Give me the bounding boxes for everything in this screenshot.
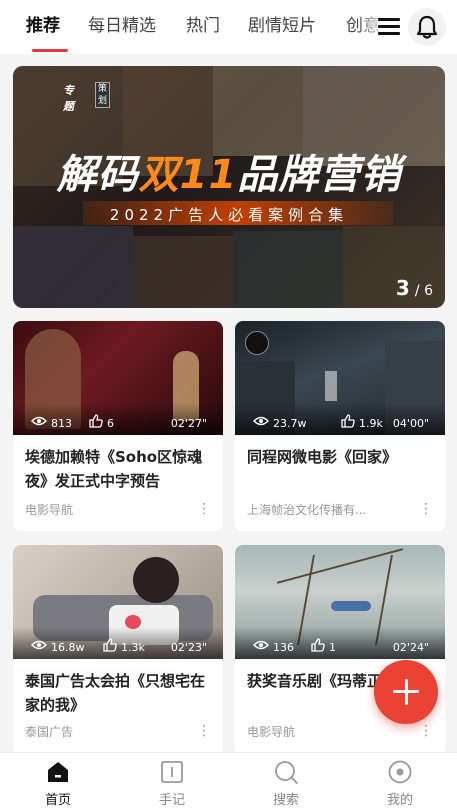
tab-drama-shorts[interactable]: 剧情短片 bbox=[248, 14, 316, 38]
featured-banner[interactable]: 专题 策划 解码双11品牌营销 2022广告人必看案例合集 3 / 6 bbox=[13, 66, 445, 308]
tab-hot[interactable]: 热门 bbox=[186, 14, 220, 38]
banner-title-part1: 解码 bbox=[56, 152, 139, 198]
create-fab-button[interactable] bbox=[374, 660, 438, 724]
nav-search-label: 搜索 bbox=[272, 793, 299, 808]
profile-icon bbox=[388, 760, 412, 784]
video-card[interactable]: 813 6 02'27" 埃德加赖特《Soho区惊魂夜》发正式中字预告 电影导航… bbox=[13, 321, 223, 531]
notification-button[interactable] bbox=[408, 8, 446, 46]
video-duration: 04'00" bbox=[392, 417, 429, 430]
eye-icon bbox=[31, 640, 47, 650]
video-title[interactable]: 埃德加赖特《Soho区惊魂夜》发正式中字预告 bbox=[25, 445, 215, 493]
video-stats-bar: 23.7w 1.9k 04'00" bbox=[235, 403, 445, 435]
banner-title: 解码双11品牌营销 bbox=[13, 142, 445, 200]
banner-page-current: 3 bbox=[395, 276, 410, 300]
video-thumbnail: 813 6 02'27" bbox=[13, 321, 223, 435]
video-title[interactable]: 同程网微电影《回家》 bbox=[247, 445, 437, 469]
bell-icon bbox=[416, 15, 438, 39]
video-duration: 02'23" bbox=[170, 641, 207, 654]
home-icon bbox=[48, 762, 68, 782]
banner-page-total: / 6 bbox=[414, 283, 433, 299]
thumbs-up-icon bbox=[341, 414, 355, 428]
nav-home-label: 首页 bbox=[44, 793, 71, 808]
more-options-icon[interactable]: ⋮ bbox=[197, 724, 211, 738]
plus-icon bbox=[404, 679, 408, 705]
video-thumbnail: 16.8w 1.3k 02'23" bbox=[13, 545, 223, 659]
video-duration: 02'27" bbox=[170, 417, 207, 430]
view-count: 813 bbox=[51, 417, 72, 430]
video-source[interactable]: 上海帧治文化传播有... bbox=[247, 501, 366, 518]
top-tab-bar: 推荐 每日精选 热门 剧情短片 创意 bbox=[0, 0, 457, 54]
notebook-icon bbox=[161, 761, 183, 783]
video-thumbnail: 23.7w 1.9k 04'00" bbox=[235, 321, 445, 435]
search-icon bbox=[275, 761, 298, 784]
banner-title-part2: 品牌营销 bbox=[237, 152, 402, 198]
nav-notes[interactable]: 手记 bbox=[132, 753, 212, 810]
eye-icon bbox=[253, 640, 269, 650]
video-source[interactable]: 泰国广告 bbox=[25, 723, 73, 740]
nav-profile-label: 我的 bbox=[386, 793, 413, 808]
banner-collage-image bbox=[133, 236, 233, 308]
view-count: 16.8w bbox=[51, 641, 85, 654]
banner-page-indicator: 3 / 6 bbox=[396, 276, 433, 300]
view-count: 23.7w bbox=[273, 417, 307, 430]
thumbs-up-icon bbox=[311, 638, 325, 652]
nav-notes-label: 手记 bbox=[158, 793, 185, 808]
nav-profile[interactable]: 我的 bbox=[360, 753, 440, 810]
nav-search[interactable]: 搜索 bbox=[246, 753, 326, 810]
eye-icon bbox=[253, 416, 269, 426]
like-count: 1.3k bbox=[121, 641, 145, 654]
more-options-icon[interactable]: ⋮ bbox=[419, 724, 433, 738]
tab-recommend[interactable]: 推荐 bbox=[26, 14, 60, 38]
banner-collage-image bbox=[13, 226, 133, 308]
thumbs-up-icon bbox=[103, 638, 117, 652]
video-duration: 02'24" bbox=[392, 641, 429, 654]
video-stats-bar: 813 6 02'27" bbox=[13, 403, 223, 435]
video-card[interactable]: 23.7w 1.9k 04'00" 同程网微电影《回家》 上海帧治文化传播有..… bbox=[235, 321, 445, 531]
video-card[interactable]: 136 1 02'24" 获奖音乐剧《玛蒂正式预告 电影导航 ⋮ bbox=[235, 545, 445, 755]
banner-title-highlight: 双11 bbox=[138, 152, 238, 198]
app-root: 推荐 每日精选 热门 剧情短片 创意 专题 策划 bbox=[0, 0, 457, 810]
view-count: 136 bbox=[273, 641, 294, 654]
video-source[interactable]: 电影导航 bbox=[247, 723, 295, 740]
nav-home[interactable]: 首页 bbox=[18, 753, 98, 810]
tab-daily-picks[interactable]: 每日精选 bbox=[88, 14, 156, 38]
banner-badge-secondary: 策划 bbox=[95, 82, 111, 108]
like-count: 1 bbox=[329, 641, 336, 654]
thumbs-up-icon bbox=[89, 414, 103, 428]
banner-subtitle: 2022广告人必看案例合集 bbox=[109, 206, 349, 224]
video-stats-bar: 16.8w 1.3k 02'23" bbox=[13, 627, 223, 659]
video-title[interactable]: 泰国广告太会拍《只想宅在家的我》 bbox=[25, 669, 215, 717]
bottom-nav: 首页 手记 搜索 我的 bbox=[0, 752, 457, 810]
video-stats-bar: 136 1 02'24" bbox=[235, 627, 445, 659]
category-tabs: 推荐 每日精选 热门 剧情短片 创意 bbox=[0, 0, 380, 54]
eye-icon bbox=[31, 416, 47, 426]
banner-collage-image bbox=[233, 231, 343, 308]
more-options-icon[interactable]: ⋮ bbox=[419, 502, 433, 516]
banner-badge-primary: 专题 bbox=[63, 84, 74, 113]
active-tab-indicator bbox=[32, 49, 68, 52]
video-card[interactable]: 16.8w 1.3k 02'23" 泰国广告太会拍《只想宅在家的我》 泰国广告 … bbox=[13, 545, 223, 755]
more-options-icon[interactable]: ⋮ bbox=[197, 502, 211, 516]
like-count: 1.9k bbox=[359, 417, 383, 430]
menu-icon[interactable] bbox=[378, 16, 402, 38]
like-count: 6 bbox=[107, 417, 114, 430]
video-source[interactable]: 电影导航 bbox=[25, 501, 73, 518]
video-thumbnail: 136 1 02'24" bbox=[235, 545, 445, 659]
